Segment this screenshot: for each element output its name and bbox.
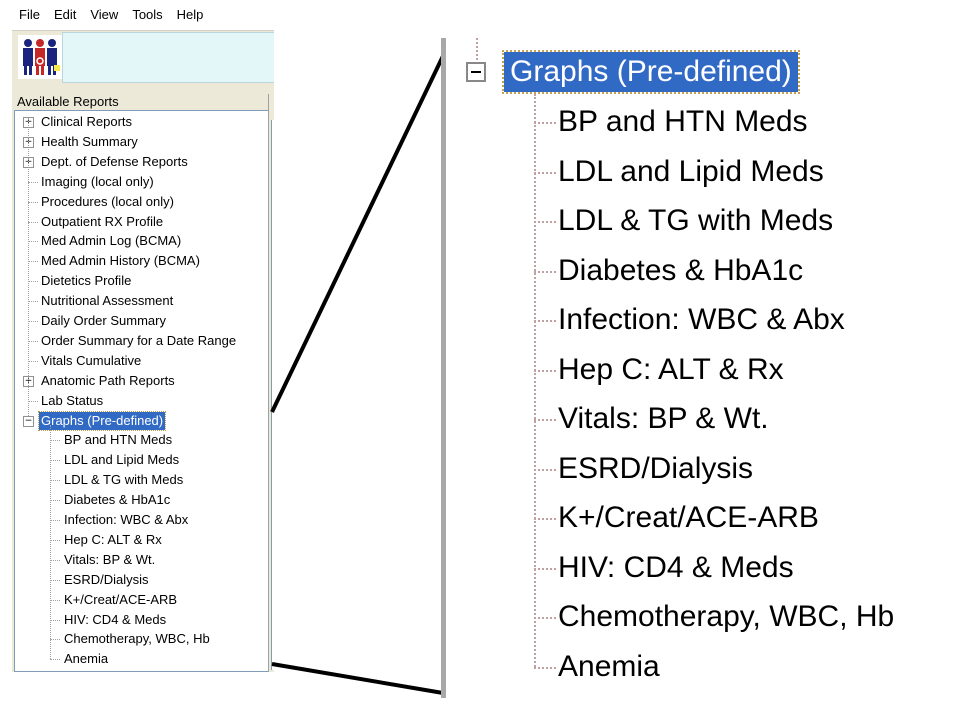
zoom-graph-item[interactable]: ESRD/Dialysis bbox=[558, 449, 753, 489]
zoom-tree-connector bbox=[476, 38, 478, 60]
patient-banner bbox=[14, 32, 274, 83]
tree-item[interactable]: Order Summary for a Date Range bbox=[15, 332, 265, 350]
tree-item[interactable]: Vitals Cumulative bbox=[15, 352, 265, 370]
zoomed-tree-inset: Graphs (Pre-defined) BP and HTN Meds LDL … bbox=[441, 38, 960, 698]
tree-item-label: Clinical Reports bbox=[41, 114, 133, 129]
tree-item[interactable]: Med Admin Log (BCMA) bbox=[15, 232, 265, 250]
tree-item[interactable]: Daily Order Summary bbox=[15, 312, 265, 330]
zoom-graph-item[interactable]: Vitals: BP & Wt. bbox=[558, 399, 769, 439]
graph-item-label: Anemia bbox=[64, 651, 109, 667]
graph-item-label: K+/Creat/ACE-ARB bbox=[64, 591, 178, 607]
zoom-graph-item[interactable]: Anemia bbox=[558, 647, 660, 687]
available-reports-label: Available Reports bbox=[17, 94, 119, 109]
zoom-tree-connector bbox=[534, 617, 556, 619]
tree-item-label: Procedures (local only) bbox=[41, 193, 174, 209]
graph-item-label: LDL and Lipid Meds bbox=[64, 452, 180, 468]
tree-item[interactable]: Health Summary bbox=[15, 133, 265, 151]
graph-item-label: Hep C: ALT & Rx bbox=[64, 531, 162, 547]
zoom-graphs-header: Graphs (Pre-defined) bbox=[502, 50, 800, 94]
zoom-graph-item[interactable]: Hep C: ALT & Rx bbox=[558, 350, 784, 390]
tree-item[interactable]: Imaging (local only) bbox=[15, 173, 265, 191]
graph-item-label: Infection: WBC & Abx bbox=[64, 512, 189, 527]
zoom-tree-connector bbox=[534, 270, 556, 273]
tree-item-label: Dietetics Profile bbox=[41, 273, 132, 289]
tree-item[interactable]: Med Admin History (BCMA) bbox=[15, 252, 265, 270]
zoom-tree-connector bbox=[534, 94, 536, 667]
graph-tree-item[interactable]: Diabetes & HbA1c bbox=[15, 491, 265, 509]
graph-item-label: Diabetes & HbA1c bbox=[64, 492, 171, 508]
zoom-tree-connector bbox=[534, 468, 556, 471]
zoom-tree-connector bbox=[534, 320, 556, 322]
menu-tools[interactable]: Tools bbox=[125, 0, 169, 30]
tree-item-label: Nutritional Assessment bbox=[41, 293, 174, 309]
graph-item-label: Chemotherapy, WBC, Hb bbox=[64, 631, 210, 647]
tree-item[interactable]: Nutritional Assessment bbox=[15, 292, 265, 310]
tree-item[interactable]: Lab Status bbox=[15, 392, 265, 410]
tree-item-label: Anatomic Path Reports bbox=[41, 372, 175, 388]
app-window: File Edit View Tools Help Available Repor bbox=[12, 0, 274, 672]
graph-item-label: HIV: CD4 & Meds bbox=[64, 611, 167, 627]
zoom-graph-item[interactable]: LDL & TG with Meds bbox=[558, 201, 833, 241]
zoom-graph-item[interactable]: Infection: WBC & Abx bbox=[558, 300, 845, 340]
graph-tree-item[interactable]: Hep C: ALT & Rx bbox=[15, 531, 265, 549]
zoom-graph-item[interactable]: K+/Creat/ACE-ARB bbox=[558, 498, 819, 538]
graph-tree-item[interactable]: ESRD/Dialysis bbox=[15, 571, 265, 589]
zoom-tree-connector bbox=[534, 567, 556, 570]
people-logo-icon bbox=[18, 35, 62, 79]
tree-item[interactable]: Graphs (Pre-defined) bbox=[15, 410, 265, 431]
graph-tree-item[interactable]: LDL and Lipid Meds bbox=[15, 451, 265, 469]
minus-box-icon[interactable] bbox=[466, 62, 486, 82]
tree-item-label: Outpatient RX Profile bbox=[41, 213, 164, 229]
tree-item[interactable]: Anatomic Path Reports bbox=[15, 372, 265, 390]
zoom-tree-connector bbox=[534, 666, 556, 669]
tree-item-label: Order Summary for a Date Range bbox=[41, 332, 237, 348]
tree-item-label: Lab Status bbox=[41, 392, 104, 408]
zoom-graph-item[interactable]: LDL and Lipid Meds bbox=[558, 152, 824, 192]
graph-tree-item[interactable]: BP and HTN Meds bbox=[15, 431, 265, 449]
zoom-tree-connector bbox=[534, 518, 556, 520]
zoom-tree-connector bbox=[534, 369, 556, 372]
menu-view[interactable]: View bbox=[83, 0, 125, 30]
tree-item[interactable]: Outpatient RX Profile bbox=[15, 213, 265, 231]
tree-item[interactable]: Dietetics Profile bbox=[15, 272, 265, 290]
tree-item-label: Vitals Cumulative bbox=[41, 352, 142, 368]
tree-connector bbox=[28, 117, 29, 416]
menu-edit[interactable]: Edit bbox=[47, 0, 83, 30]
tree-item-label: Imaging (local only) bbox=[41, 173, 154, 189]
zoom-tree-connector bbox=[534, 419, 556, 421]
zoom-graph-item[interactable]: Chemotherapy, WBC, Hb bbox=[558, 597, 894, 637]
zoom-tree-connector bbox=[534, 122, 556, 124]
zoom-graph-item[interactable]: HIV: CD4 & Meds bbox=[558, 548, 794, 588]
reports-tree[interactable]: + Clinical Reports + Health Summary + Dept. o… bbox=[14, 110, 270, 672]
tree-item[interactable]: Dept. of Defense Reports bbox=[15, 153, 265, 171]
zoom-graph-item[interactable]: BP and HTN Meds bbox=[558, 102, 808, 142]
graph-tree-item[interactable]: K+/Creat/ACE-ARB bbox=[15, 591, 265, 609]
menu-bar: File Edit View Tools Help bbox=[12, 0, 274, 31]
tree-item[interactable]: Procedures (local only) bbox=[15, 193, 265, 211]
graph-item-label: LDL & TG with Meds bbox=[64, 472, 184, 488]
graph-tree-item[interactable]: HIV: CD4 & Meds bbox=[15, 611, 265, 629]
zoom-graph-item[interactable]: Diabetes & HbA1c bbox=[558, 251, 803, 291]
menu-file[interactable]: File bbox=[12, 0, 47, 30]
menu-help[interactable]: Help bbox=[170, 0, 211, 30]
report-pane-edge bbox=[268, 94, 274, 672]
tree-item-label-selected: Graphs (Pre-defined) bbox=[37, 410, 167, 431]
zoom-tree-connector bbox=[534, 221, 556, 223]
graph-item-label: Vitals: BP & Wt. bbox=[64, 551, 156, 567]
graph-item-label: BP and HTN Meds bbox=[64, 432, 173, 448]
graph-item-label: ESRD/Dialysis bbox=[64, 571, 149, 587]
zoom-tree-connector bbox=[534, 171, 556, 174]
tree-item[interactable]: Clinical Reports bbox=[15, 113, 265, 131]
tree-item-label: Health Summary bbox=[41, 133, 138, 149]
graph-tree-item[interactable]: Vitals: BP & Wt. bbox=[15, 551, 265, 569]
graph-tree-item[interactable]: Infection: WBC & Abx bbox=[15, 511, 265, 529]
tree-item-label: Med Admin History (BCMA) bbox=[41, 253, 200, 269]
patient-info-bar[interactable] bbox=[62, 32, 274, 83]
tree-item-label: Dept. of Defense Reports bbox=[41, 153, 188, 169]
graph-tree-item[interactable]: Anemia bbox=[15, 650, 265, 668]
graph-tree-item[interactable]: LDL & TG with Meds bbox=[15, 471, 265, 489]
tree-item-label: Daily Order Summary bbox=[41, 313, 166, 328]
graph-tree-item[interactable]: Chemotherapy, WBC, Hb bbox=[15, 630, 265, 648]
tree-item-label: Med Admin Log (BCMA) bbox=[41, 233, 182, 249]
